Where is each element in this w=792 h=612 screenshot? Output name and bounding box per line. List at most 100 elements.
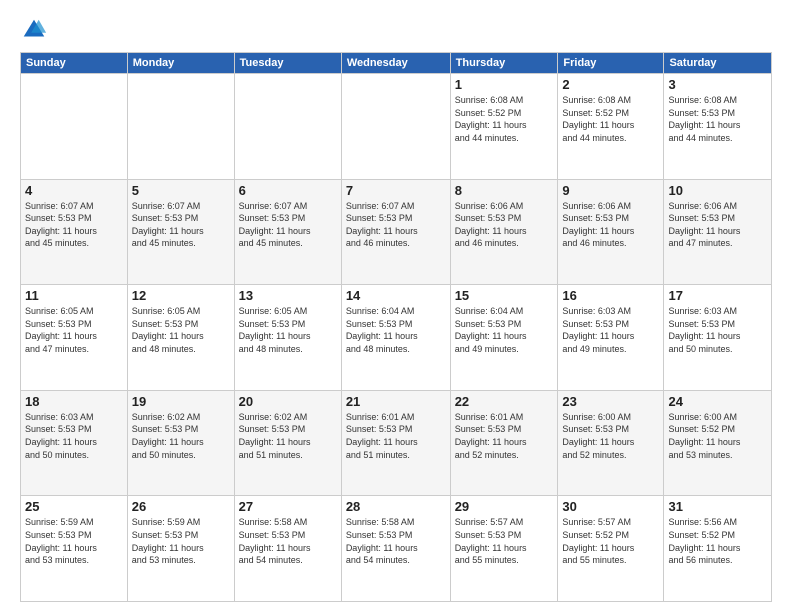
day-info: Sunrise: 6:06 AM Sunset: 5:53 PM Dayligh…: [668, 200, 767, 250]
day-header-monday: Monday: [127, 53, 234, 74]
day-number: 3: [668, 77, 767, 92]
day-info: Sunrise: 5:58 AM Sunset: 5:53 PM Dayligh…: [239, 516, 337, 566]
day-info: Sunrise: 6:08 AM Sunset: 5:53 PM Dayligh…: [668, 94, 767, 144]
day-info: Sunrise: 6:03 AM Sunset: 5:53 PM Dayligh…: [25, 411, 123, 461]
calendar-cell: 27 Sunrise: 5:58 AM Sunset: 5:53 PM Dayli…: [234, 496, 341, 602]
day-header-friday: Friday: [558, 53, 664, 74]
calendar-cell: 20 Sunrise: 6:02 AM Sunset: 5:53 PM Dayli…: [234, 390, 341, 496]
day-info: Sunrise: 6:07 AM Sunset: 5:53 PM Dayligh…: [239, 200, 337, 250]
day-number: 1: [455, 77, 554, 92]
calendar-table: SundayMondayTuesdayWednesdayThursdayFrid…: [20, 52, 772, 602]
day-info: Sunrise: 6:05 AM Sunset: 5:53 PM Dayligh…: [132, 305, 230, 355]
day-number: 26: [132, 499, 230, 514]
calendar-cell: 17 Sunrise: 6:03 AM Sunset: 5:53 PM Dayli…: [664, 285, 772, 391]
day-number: 8: [455, 183, 554, 198]
day-number: 7: [346, 183, 446, 198]
calendar-cell: 29Sunrise: 5:57 AM Sunset: 5:53 PM Dayli…: [450, 496, 558, 602]
day-info: Sunrise: 5:57 AM Sunset: 5:52 PM Dayligh…: [562, 516, 659, 566]
calendar-cell: 23 Sunrise: 6:00 AM Sunset: 5:53 PM Dayli…: [558, 390, 664, 496]
day-info: Sunrise: 6:00 AM Sunset: 5:53 PM Dayligh…: [562, 411, 659, 461]
day-number: 12: [132, 288, 230, 303]
calendar-cell: 3 Sunrise: 6:08 AM Sunset: 5:53 PM Daylig…: [664, 74, 772, 180]
calendar-cell: 19 Sunrise: 6:02 AM Sunset: 5:53 PM Dayli…: [127, 390, 234, 496]
day-number: 19: [132, 394, 230, 409]
day-info: Sunrise: 6:03 AM Sunset: 5:53 PM Dayligh…: [668, 305, 767, 355]
day-number: 27: [239, 499, 337, 514]
day-info: Sunrise: 6:04 AM Sunset: 5:53 PM Dayligh…: [346, 305, 446, 355]
day-number: 23: [562, 394, 659, 409]
calendar-cell: 6 Sunrise: 6:07 AM Sunset: 5:53 PM Daylig…: [234, 179, 341, 285]
day-number: 11: [25, 288, 123, 303]
calendar-cell: 7 Sunrise: 6:07 AM Sunset: 5:53 PM Daylig…: [341, 179, 450, 285]
day-number: 22: [455, 394, 554, 409]
calendar-cell: [21, 74, 128, 180]
day-number: 16: [562, 288, 659, 303]
calendar-cell: 12 Sunrise: 6:05 AM Sunset: 5:53 PM Dayli…: [127, 285, 234, 391]
day-info: Sunrise: 6:02 AM Sunset: 5:53 PM Dayligh…: [239, 411, 337, 461]
header-row: SundayMondayTuesdayWednesdayThursdayFrid…: [21, 53, 772, 74]
calendar-cell: 30 Sunrise: 5:57 AM Sunset: 5:52 PM Dayli…: [558, 496, 664, 602]
calendar-cell: 9Sunrise: 6:06 AM Sunset: 5:53 PM Daylig…: [558, 179, 664, 285]
calendar-cell: [127, 74, 234, 180]
logo: [20, 16, 52, 44]
calendar-cell: [341, 74, 450, 180]
day-info: Sunrise: 6:08 AM Sunset: 5:52 PM Dayligh…: [455, 94, 554, 144]
week-row-2: 4 Sunrise: 6:07 AM Sunset: 5:53 PM Daylig…: [21, 179, 772, 285]
day-info: Sunrise: 6:07 AM Sunset: 5:53 PM Dayligh…: [25, 200, 123, 250]
calendar-cell: 2Sunrise: 6:08 AM Sunset: 5:52 PM Daylig…: [558, 74, 664, 180]
day-header-thursday: Thursday: [450, 53, 558, 74]
day-number: 4: [25, 183, 123, 198]
day-number: 2: [562, 77, 659, 92]
calendar-header: SundayMondayTuesdayWednesdayThursdayFrid…: [21, 53, 772, 74]
calendar-cell: 15 Sunrise: 6:04 AM Sunset: 5:53 PM Dayli…: [450, 285, 558, 391]
week-row-1: 1 Sunrise: 6:08 AM Sunset: 5:52 PM Daylig…: [21, 74, 772, 180]
day-number: 15: [455, 288, 554, 303]
calendar-cell: 1 Sunrise: 6:08 AM Sunset: 5:52 PM Daylig…: [450, 74, 558, 180]
day-number: 5: [132, 183, 230, 198]
day-info: Sunrise: 6:05 AM Sunset: 5:53 PM Dayligh…: [239, 305, 337, 355]
day-info: Sunrise: 6:01 AM Sunset: 5:53 PM Dayligh…: [346, 411, 446, 461]
day-number: 24: [668, 394, 767, 409]
day-number: 14: [346, 288, 446, 303]
calendar-cell: 26Sunrise: 5:59 AM Sunset: 5:53 PM Dayli…: [127, 496, 234, 602]
calendar-cell: 13Sunrise: 6:05 AM Sunset: 5:53 PM Dayli…: [234, 285, 341, 391]
day-info: Sunrise: 6:07 AM Sunset: 5:53 PM Dayligh…: [132, 200, 230, 250]
day-info: Sunrise: 5:57 AM Sunset: 5:53 PM Dayligh…: [455, 516, 554, 566]
calendar-cell: 16Sunrise: 6:03 AM Sunset: 5:53 PM Dayli…: [558, 285, 664, 391]
calendar-cell: 28Sunrise: 5:58 AM Sunset: 5:53 PM Dayli…: [341, 496, 450, 602]
calendar-cell: 10 Sunrise: 6:06 AM Sunset: 5:53 PM Dayli…: [664, 179, 772, 285]
day-info: Sunrise: 6:00 AM Sunset: 5:52 PM Dayligh…: [668, 411, 767, 461]
day-number: 6: [239, 183, 337, 198]
calendar-cell: 8 Sunrise: 6:06 AM Sunset: 5:53 PM Daylig…: [450, 179, 558, 285]
day-info: Sunrise: 6:01 AM Sunset: 5:53 PM Dayligh…: [455, 411, 554, 461]
week-row-4: 18Sunrise: 6:03 AM Sunset: 5:53 PM Dayli…: [21, 390, 772, 496]
day-info: Sunrise: 6:02 AM Sunset: 5:53 PM Dayligh…: [132, 411, 230, 461]
day-info: Sunrise: 5:59 AM Sunset: 5:53 PM Dayligh…: [25, 516, 123, 566]
calendar-cell: 31Sunrise: 5:56 AM Sunset: 5:52 PM Dayli…: [664, 496, 772, 602]
day-number: 30: [562, 499, 659, 514]
week-row-5: 25 Sunrise: 5:59 AM Sunset: 5:53 PM Dayli…: [21, 496, 772, 602]
day-number: 17: [668, 288, 767, 303]
calendar-body: 1 Sunrise: 6:08 AM Sunset: 5:52 PM Daylig…: [21, 74, 772, 602]
calendar-cell: 11 Sunrise: 6:05 AM Sunset: 5:53 PM Dayli…: [21, 285, 128, 391]
calendar-cell: 5 Sunrise: 6:07 AM Sunset: 5:53 PM Daylig…: [127, 179, 234, 285]
day-header-sunday: Sunday: [21, 53, 128, 74]
logo-icon: [20, 16, 48, 44]
day-info: Sunrise: 5:58 AM Sunset: 5:53 PM Dayligh…: [346, 516, 446, 566]
calendar-cell: 21 Sunrise: 6:01 AM Sunset: 5:53 PM Dayli…: [341, 390, 450, 496]
calendar-cell: [234, 74, 341, 180]
calendar: SundayMondayTuesdayWednesdayThursdayFrid…: [20, 52, 772, 602]
day-info: Sunrise: 6:06 AM Sunset: 5:53 PM Dayligh…: [562, 200, 659, 250]
day-info: Sunrise: 6:04 AM Sunset: 5:53 PM Dayligh…: [455, 305, 554, 355]
day-info: Sunrise: 6:07 AM Sunset: 5:53 PM Dayligh…: [346, 200, 446, 250]
day-number: 25: [25, 499, 123, 514]
day-header-tuesday: Tuesday: [234, 53, 341, 74]
day-info: Sunrise: 6:06 AM Sunset: 5:53 PM Dayligh…: [455, 200, 554, 250]
day-info: Sunrise: 6:05 AM Sunset: 5:53 PM Dayligh…: [25, 305, 123, 355]
day-number: 21: [346, 394, 446, 409]
calendar-cell: 14 Sunrise: 6:04 AM Sunset: 5:53 PM Dayli…: [341, 285, 450, 391]
day-number: 10: [668, 183, 767, 198]
day-number: 20: [239, 394, 337, 409]
calendar-cell: 22 Sunrise: 6:01 AM Sunset: 5:53 PM Dayli…: [450, 390, 558, 496]
page: SundayMondayTuesdayWednesdayThursdayFrid…: [0, 0, 792, 612]
